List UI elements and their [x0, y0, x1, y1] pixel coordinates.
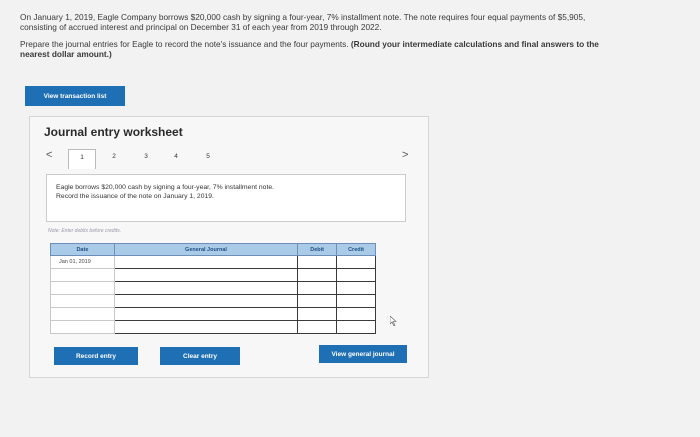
date-cell [50, 281, 115, 295]
page-tab-5[interactable]: 5 [194, 149, 222, 169]
credit-input[interactable] [336, 294, 376, 308]
mouse-cursor-icon [390, 316, 397, 326]
header-credit: Credit [336, 243, 376, 256]
page-tab-3[interactable]: 3 [132, 149, 160, 169]
problem-statement: On January 1, 2019, Eagle Company borrow… [20, 12, 620, 59]
date-cell [50, 268, 115, 282]
date-cell [50, 307, 115, 321]
table-row [50, 320, 376, 334]
account-input[interactable] [113, 307, 299, 321]
problem-instructions: Prepare the journal entries for Eagle to… [20, 39, 351, 49]
header-general-journal: General Journal [113, 243, 299, 256]
debit-input[interactable] [297, 281, 338, 295]
next-arrow-icon[interactable]: > [402, 149, 408, 161]
worksheet-title: Journal entry worksheet [44, 125, 183, 139]
table-row [50, 281, 376, 295]
debit-credit-note: Note: Enter debits before credits. [48, 228, 122, 234]
problem-paragraph-1: On January 1, 2019, Eagle Company borrow… [20, 12, 586, 32]
table-row [50, 294, 376, 308]
debit-input[interactable] [297, 307, 338, 321]
problem-paragraph-2: Prepare the journal entries for Eagle to… [20, 39, 620, 59]
description-line-2: Record the issuance of the note on Janua… [56, 193, 214, 200]
page-tab-4[interactable]: 4 [162, 149, 190, 169]
record-entry-button[interactable]: Record entry [54, 347, 138, 365]
prev-arrow-icon[interactable]: < [46, 149, 52, 161]
account-input[interactable] [113, 294, 299, 308]
page-tab-1[interactable]: 1 [68, 149, 96, 169]
credit-input[interactable] [336, 255, 376, 269]
journal-entry-worksheet: Journal entry worksheet < 1 2 3 4 5 > Ea… [29, 116, 429, 378]
debit-input[interactable] [297, 268, 338, 282]
journal-table: Date General Journal Debit Credit Jan 01… [50, 243, 376, 334]
account-input[interactable] [113, 281, 299, 295]
transaction-description: Eagle borrows $20,000 cash by signing a … [46, 174, 406, 222]
credit-input[interactable] [336, 281, 376, 295]
page-tab-2[interactable]: 2 [100, 149, 128, 169]
account-input[interactable] [113, 320, 299, 334]
view-transaction-list-button[interactable]: View transaction list [25, 86, 125, 106]
account-input[interactable] [113, 255, 299, 269]
date-cell [50, 294, 115, 308]
credit-input[interactable] [336, 268, 376, 282]
clear-entry-button[interactable]: Clear entry [160, 347, 240, 365]
description-line-1: Eagle borrows $20,000 cash by signing a … [56, 184, 275, 191]
table-row [50, 268, 376, 282]
debit-input[interactable] [297, 320, 338, 334]
date-cell [50, 320, 115, 334]
account-input[interactable] [113, 268, 299, 282]
header-debit: Debit [297, 243, 338, 256]
date-cell[interactable]: Jan 01, 2019 [50, 255, 115, 269]
worksheet-pager: < 1 2 3 4 5 > [40, 147, 420, 169]
credit-input[interactable] [336, 307, 376, 321]
credit-input[interactable] [336, 320, 376, 334]
debit-input[interactable] [297, 255, 338, 269]
debit-input[interactable] [297, 294, 338, 308]
view-general-journal-button[interactable]: View general journal [319, 345, 407, 363]
header-date: Date [50, 243, 115, 256]
table-row: Jan 01, 2019 [50, 255, 376, 269]
table-row [50, 307, 376, 321]
